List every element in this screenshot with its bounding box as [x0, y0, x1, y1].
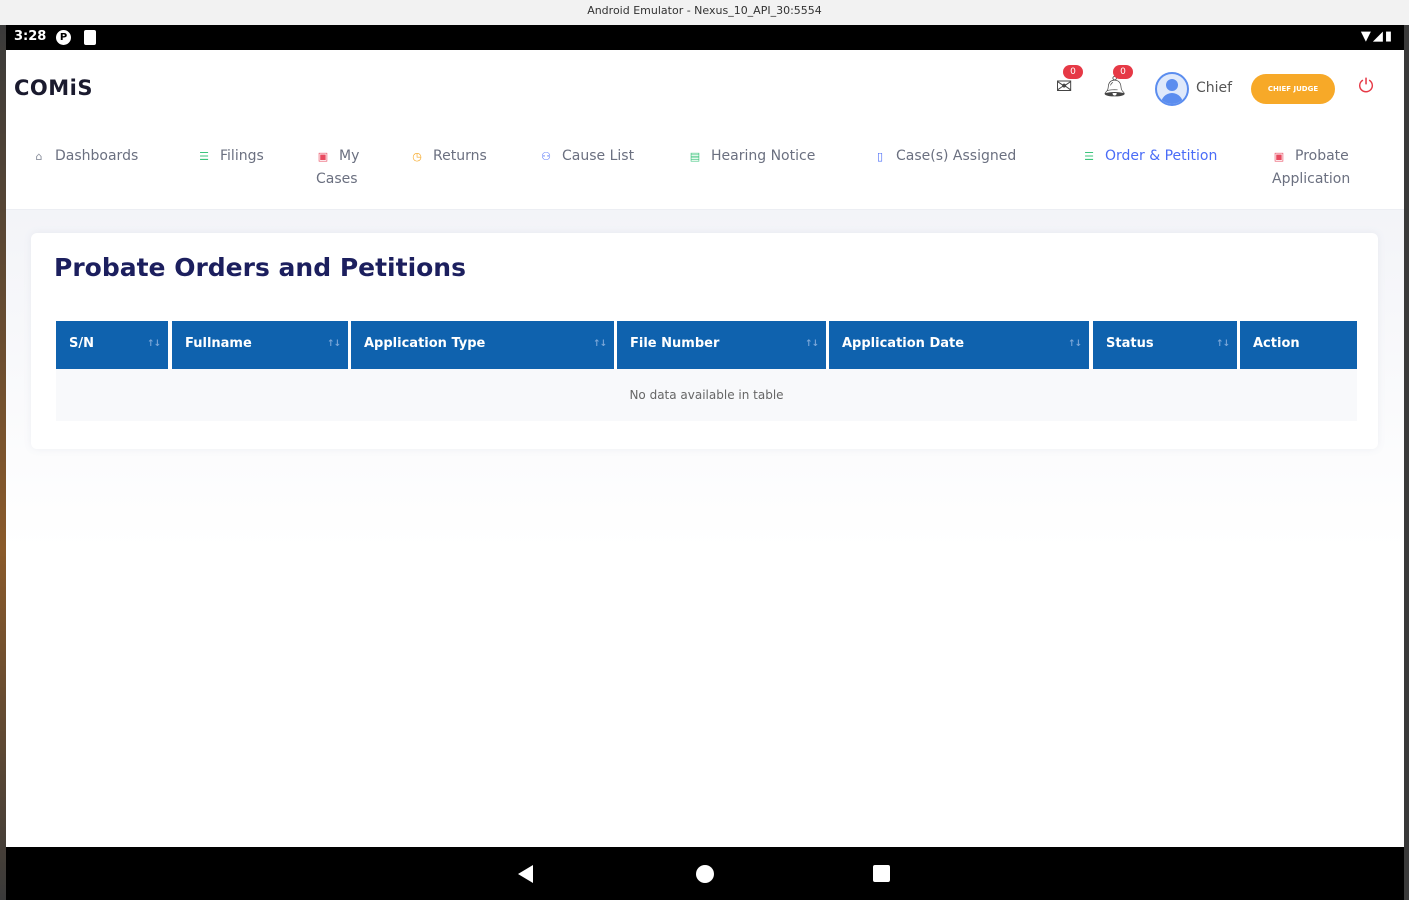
nav-item-dashboards[interactable]: ⌂ Dashboards	[32, 145, 139, 168]
nav-item-my-cases[interactable]: ▣ My Cases	[316, 145, 359, 191]
notification-count-badge: 0	[1113, 65, 1133, 79]
nav-item-label: Cause List	[562, 148, 635, 164]
nav-item-label-line2: Cases	[316, 171, 358, 187]
nav-item-probate-application[interactable]: ▣ Probate Application	[1272, 145, 1350, 191]
nav-item-returns[interactable]: ◷ Returns	[410, 145, 487, 168]
clock-icon: ◷	[412, 150, 422, 163]
app-screen: COMiS ✉ 0 🔔︎ 0 Chief CHIEF JUDGE ⏻ ⌂ Dash…	[6, 50, 1404, 847]
list-icon: ☰	[1084, 150, 1094, 163]
sort-icon: ↑↓	[1067, 339, 1082, 349]
role-badge: CHIEF JUDGE	[1251, 74, 1335, 104]
column-header-sn[interactable]: S/N ↑↓	[56, 321, 168, 369]
nav-item-label: Returns	[433, 148, 487, 164]
table-empty-message: No data available in table	[56, 369, 1357, 421]
home-button-icon[interactable]	[696, 865, 714, 883]
wifi-icon: ▼	[1360, 29, 1373, 44]
column-header-label: Application Date	[842, 336, 965, 351]
back-icon[interactable]	[518, 865, 533, 883]
column-header-label: Fullname	[185, 336, 252, 351]
sort-icon: ↑↓	[804, 339, 819, 349]
battery-icon: ▮	[1384, 29, 1394, 44]
sd-card-icon	[84, 30, 96, 45]
app-logo[interactable]: COMiS	[14, 76, 93, 100]
mail-count-badge: 0	[1063, 65, 1083, 79]
top-header: COMiS ✉ 0 🔔︎ 0 Chief CHIEF JUDGE ⏻	[6, 50, 1404, 125]
column-header-label: S/N	[69, 336, 94, 351]
user-avatar[interactable]	[1155, 72, 1189, 106]
sort-icon: ↑↓	[146, 339, 161, 349]
sort-icon: ↑↓	[592, 339, 607, 349]
column-header-action[interactable]: Action	[1240, 321, 1357, 369]
nav-item-label: Hearing Notice	[711, 148, 816, 164]
sort-icon: ↑↓	[1215, 339, 1230, 349]
column-header-label: Action	[1253, 336, 1300, 351]
emulator-title-bar: Android Emulator - Nexus_10_API_30:5554	[0, 0, 1409, 25]
emulator-title: Android Emulator - Nexus_10_API_30:5554	[587, 4, 822, 17]
folder-icon: ▣	[1273, 150, 1285, 163]
nav-item-label: Case(s) Assigned	[896, 148, 1017, 164]
column-header-file-number[interactable]: File Number ↑↓	[617, 321, 826, 369]
nav-item-order-petition[interactable]: ☰ Order & Petition	[1082, 145, 1217, 168]
page-title: Probate Orders and Petitions	[54, 253, 466, 282]
logout-power-icon[interactable]: ⏻	[1355, 75, 1377, 97]
probate-orders-card: Probate Orders and Petitions S/N ↑↓ Fulln…	[31, 233, 1378, 449]
main-navigation: ⌂ Dashboards ☰ Filings ▣ My Cases ◷ Returns …	[6, 125, 1404, 210]
recent-apps-icon[interactable]	[873, 865, 890, 882]
sort-icon: ↑↓	[326, 339, 341, 349]
status-time: 3:28	[14, 29, 47, 44]
nav-item-label: Filings	[220, 148, 264, 164]
play-protect-icon: P	[56, 30, 71, 45]
nav-item-label-line1: Probate	[1295, 148, 1349, 164]
column-header-status[interactable]: Status ↑↓	[1093, 321, 1237, 369]
column-header-fullname[interactable]: Fullname ↑↓	[172, 321, 348, 369]
notice-icon: ▤	[689, 150, 701, 163]
android-navigation-bar	[6, 847, 1404, 900]
user-name[interactable]: Chief	[1196, 80, 1232, 96]
nav-item-cause-list[interactable]: ⚇ Cause List	[539, 145, 634, 168]
emulator-bezel-right	[1404, 25, 1409, 900]
android-status-bar: 3:28 P ▼◢▮	[6, 25, 1404, 50]
people-icon: ⚇	[541, 150, 551, 163]
nav-item-label: Dashboards	[55, 148, 139, 164]
column-header-application-date[interactable]: Application Date ↑↓	[829, 321, 1089, 369]
document-icon: ▯	[876, 150, 884, 163]
cell-signal-icon: ◢	[1372, 29, 1385, 44]
nav-item-cases-assigned[interactable]: ▯ Case(s) Assigned	[873, 145, 1016, 168]
column-header-label: Application Type	[364, 336, 486, 351]
table-header-row: S/N ↑↓ Fullname ↑↓ Application Type ↑↓ File…	[56, 321, 1357, 369]
column-header-application-type[interactable]: Application Type ↑↓	[351, 321, 614, 369]
nav-item-label: Order & Petition	[1105, 148, 1218, 164]
home-icon: ⌂	[35, 150, 43, 163]
nav-item-hearing-notice[interactable]: ▤ Hearing Notice	[688, 145, 816, 168]
column-header-label: File Number	[630, 336, 720, 351]
column-header-label: Status	[1106, 336, 1154, 351]
list-icon: ☰	[199, 150, 209, 163]
folder-icon: ▣	[317, 150, 329, 163]
signal-battery-icons: ▼◢▮	[1361, 29, 1394, 44]
nav-item-label-line2: Application	[1272, 171, 1351, 187]
nav-item-label-line1: My	[339, 148, 360, 164]
nav-item-filings[interactable]: ☰ Filings	[197, 145, 264, 168]
